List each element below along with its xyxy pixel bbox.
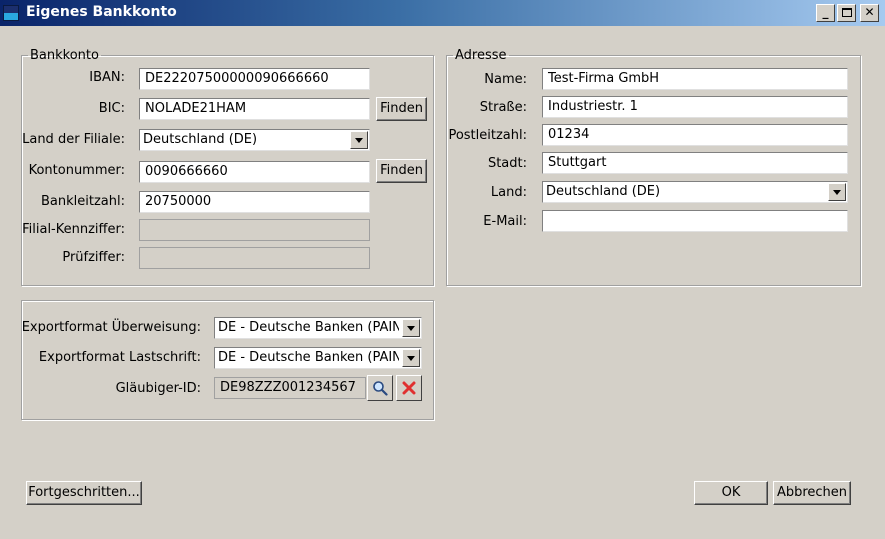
- iban-input[interactable]: DE22207500000090666660: [139, 68, 370, 90]
- plz-label: Postleitzahl:: [448, 128, 527, 143]
- fortgeschritten-button[interactable]: Fortgeschritten...: [26, 481, 142, 505]
- exportformat-lastschrift-value: DE - Deutsche Banken (PAIN.0: [218, 350, 399, 365]
- land-label: Land:: [490, 185, 527, 200]
- chevron-down-icon[interactable]: [402, 319, 420, 337]
- kontonummer-label: Kontonummer:: [28, 163, 125, 178]
- close-button[interactable]: ✕: [860, 4, 879, 22]
- pruefziffer-label: Prüfziffer:: [62, 250, 125, 265]
- land-select[interactable]: Deutschland (DE): [542, 181, 848, 203]
- exportformat-lastschrift-select[interactable]: DE - Deutsche Banken (PAIN.0: [214, 347, 422, 369]
- bic-input[interactable]: NOLADE21HAM: [139, 98, 370, 120]
- maximize-icon: [841, 8, 852, 17]
- chevron-down-icon[interactable]: [402, 349, 420, 367]
- glaeubiger-delete-button[interactable]: [396, 375, 422, 401]
- minimize-button[interactable]: _: [816, 4, 835, 22]
- kontonummer-input[interactable]: 0090666660: [139, 161, 370, 183]
- land-value: Deutschland (DE): [546, 184, 661, 199]
- filial-kennziffer-label: Filial-Kennziffer:: [22, 222, 125, 237]
- land-filiale-select[interactable]: Deutschland (DE): [139, 129, 370, 151]
- blz-input[interactable]: 20750000: [139, 191, 370, 213]
- blz-label: Bankleitzahl:: [41, 194, 125, 209]
- chevron-down-icon[interactable]: [350, 131, 368, 149]
- filial-kennziffer-input: [139, 219, 370, 241]
- glaeubiger-id-label: Gläubiger-ID:: [115, 381, 201, 396]
- bic-label: BIC:: [98, 101, 125, 116]
- delete-icon: [402, 381, 416, 395]
- kontonummer-find-button[interactable]: Finden: [376, 159, 427, 183]
- bankkonto-legend: Bankkonto: [30, 48, 99, 63]
- cancel-button[interactable]: Abbrechen: [773, 481, 851, 505]
- stadt-input[interactable]: Stuttgart: [542, 152, 848, 174]
- window-title: Eigenes Bankkonto: [26, 4, 177, 20]
- name-label: Name:: [484, 72, 527, 87]
- maximize-button[interactable]: [837, 4, 856, 22]
- exportformat-ueberweisung-value: DE - Deutsche Banken (PAIN.0: [218, 320, 399, 335]
- search-icon: [373, 381, 388, 396]
- iban-label: IBAN:: [89, 70, 125, 85]
- strasse-label: Straße:: [479, 100, 527, 115]
- glaeubiger-search-button[interactable]: [367, 375, 393, 401]
- glaeubiger-id-input: DE98ZZZ001234567: [214, 377, 366, 399]
- ok-button[interactable]: OK: [694, 481, 768, 505]
- pruefziffer-input: [139, 247, 370, 269]
- strasse-input[interactable]: Industriestr. 1: [542, 96, 848, 118]
- exportformat-ueberweisung-select[interactable]: DE - Deutsche Banken (PAIN.0: [214, 317, 422, 339]
- land-filiale-label: Land der Filiale:: [22, 132, 125, 147]
- app-icon: [3, 5, 19, 21]
- name-input[interactable]: Test-Firma GmbH: [542, 68, 848, 90]
- email-input[interactable]: [542, 210, 848, 232]
- title-bar[interactable]: Eigenes Bankkonto _ ✕: [0, 0, 885, 26]
- email-label: E-Mail:: [483, 214, 527, 229]
- stadt-label: Stadt:: [487, 156, 527, 171]
- chevron-down-icon[interactable]: [828, 183, 846, 201]
- exportformat-ueberweisung-label: Exportformat Überweisung:: [21, 320, 201, 335]
- bic-find-button[interactable]: Finden: [376, 97, 427, 121]
- land-filiale-value: Deutschland (DE): [143, 132, 258, 147]
- adresse-legend: Adresse: [455, 48, 507, 63]
- plz-input[interactable]: 01234: [542, 124, 848, 146]
- exportformat-lastschrift-label: Exportformat Lastschrift:: [38, 350, 201, 365]
